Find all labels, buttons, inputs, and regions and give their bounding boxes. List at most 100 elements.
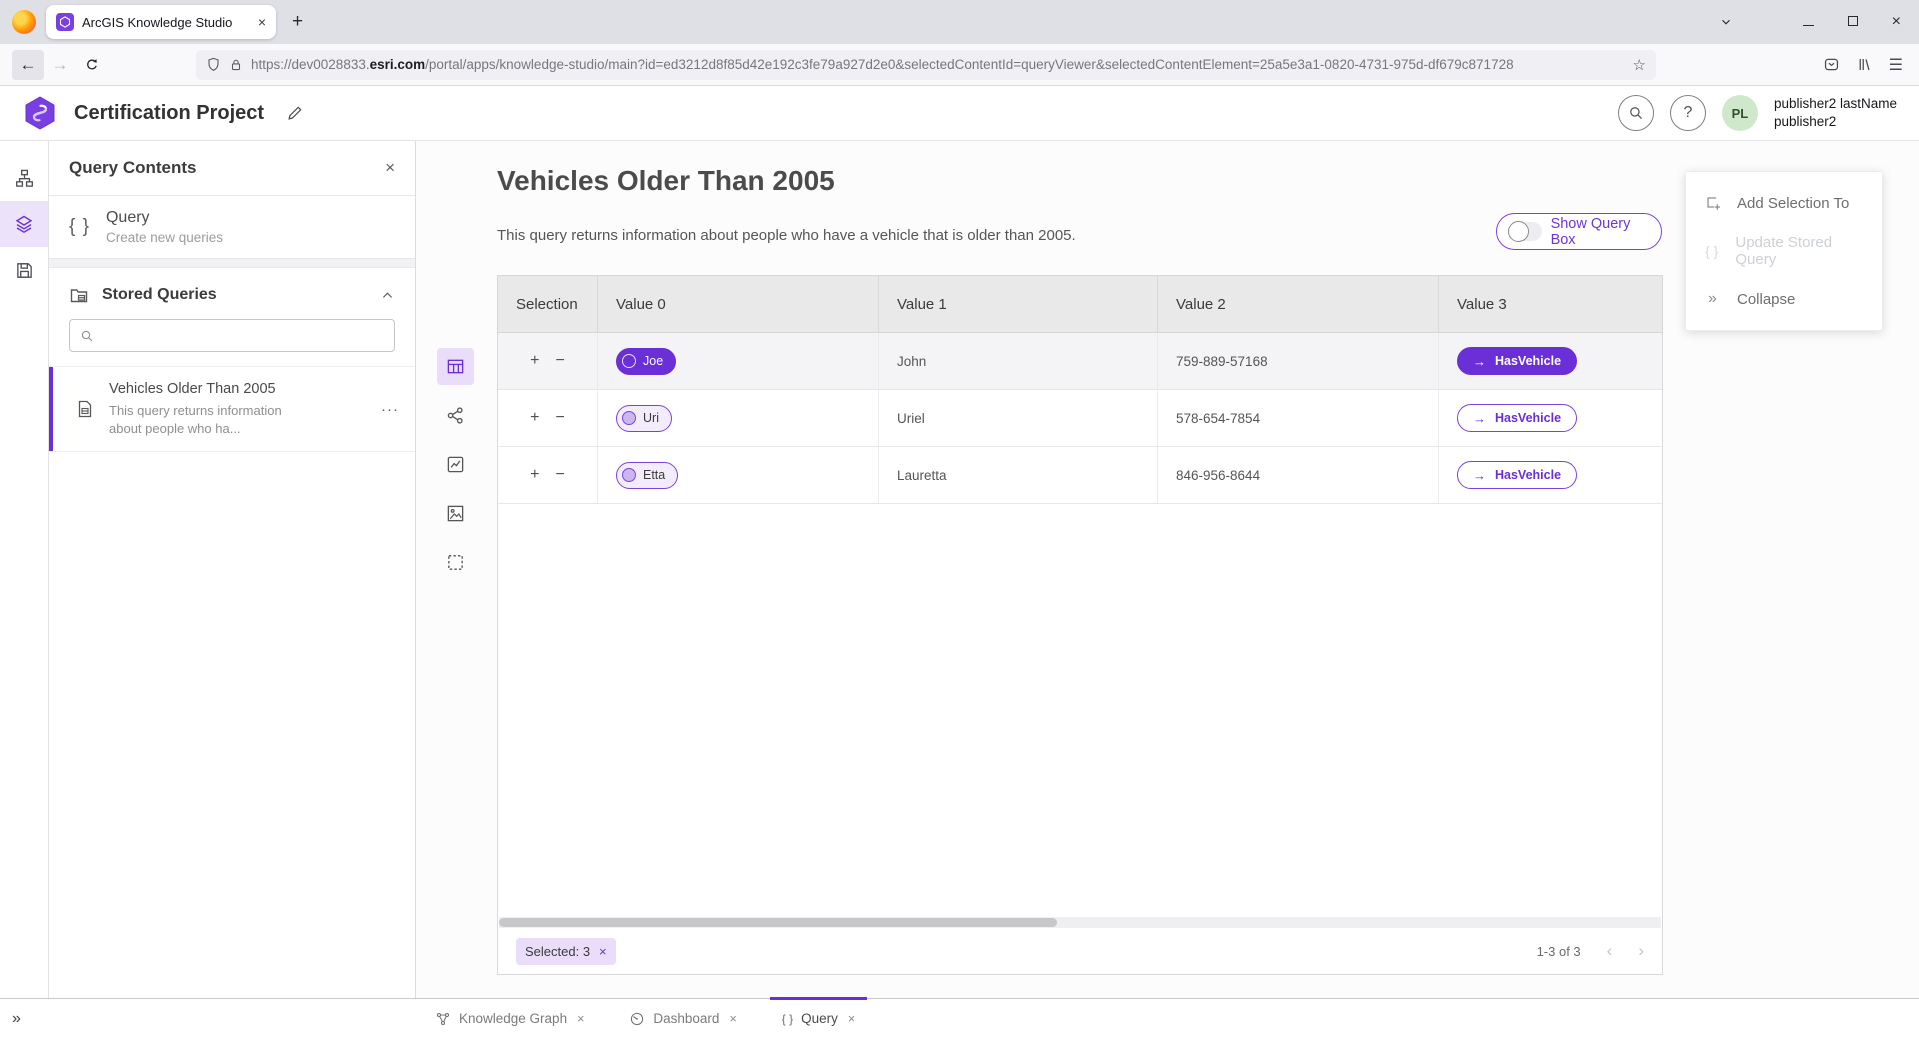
arrow-right-icon: →: [1473, 411, 1486, 426]
relationship-pill[interactable]: →HasVehicle: [1457, 347, 1577, 375]
previous-page-icon[interactable]: ‹: [1607, 941, 1613, 961]
add-to-selection-icon[interactable]: +: [530, 352, 539, 370]
sidebar-item-contents[interactable]: [0, 201, 48, 247]
stored-queries-search[interactable]: [69, 319, 395, 352]
tab-list-chevron-icon[interactable]: [1719, 15, 1733, 29]
browser-tab[interactable]: ArcGIS Knowledge Studio ×: [46, 5, 276, 39]
remove-from-selection-icon[interactable]: −: [556, 466, 565, 484]
sidebar-item-save[interactable]: [0, 247, 48, 293]
maximize-button[interactable]: [1848, 13, 1858, 31]
page-description: This query returns information about peo…: [497, 227, 1076, 244]
table-view-button[interactable]: [437, 348, 474, 385]
library-icon[interactable]: [1856, 56, 1873, 73]
panel-title: Query Contents: [69, 158, 197, 178]
selection-box-icon: [446, 553, 465, 572]
selected-count-chip[interactable]: Selected: 3 ×: [516, 938, 616, 965]
search-icon: [80, 329, 94, 343]
query-contents-panel: Query Contents × { } Query Create new qu…: [49, 141, 416, 998]
table-row[interactable]: + − Etta Lauretta 846-956-8644 →HasVehic…: [498, 447, 1662, 504]
dashboard-gauge-icon: [629, 1011, 645, 1027]
menu-item-update-stored-query[interactable]: { } Update Stored Query: [1686, 227, 1882, 275]
add-to-selection-icon[interactable]: +: [530, 409, 539, 427]
stored-queries-header[interactable]: Stored Queries: [49, 268, 415, 317]
tracking-shield-icon[interactable]: [206, 57, 221, 72]
tab-knowledge-graph[interactable]: Knowledge Graph ×: [425, 999, 594, 1038]
column-header[interactable]: Value 1: [879, 276, 1158, 332]
tab-close-icon[interactable]: ×: [577, 1012, 584, 1026]
tab-close-icon[interactable]: ×: [848, 1012, 855, 1026]
chevron-up-icon[interactable]: [380, 288, 395, 303]
address-bar[interactable]: https://dev0028833.esri.com/portal/apps/…: [196, 50, 1656, 80]
pocket-icon[interactable]: [1823, 56, 1840, 73]
search-input[interactable]: [102, 328, 384, 344]
user-avatar[interactable]: PL: [1722, 95, 1758, 131]
column-header[interactable]: Value 0: [598, 276, 879, 332]
stored-query-item[interactable]: Vehicles Older Than 2005 This query retu…: [49, 366, 415, 452]
padlock-icon[interactable]: [229, 58, 243, 72]
project-title: Certification Project: [74, 102, 264, 125]
tab-close-icon[interactable]: ×: [258, 14, 266, 30]
remove-from-selection-icon[interactable]: −: [556, 409, 565, 427]
user-name: publisher2 lastName publisher2: [1774, 95, 1897, 130]
stored-query-title: Vehicles Older Than 2005: [109, 381, 309, 397]
save-icon: [15, 261, 34, 280]
back-button[interactable]: ←: [12, 50, 44, 80]
toggle-knob[interactable]: [1508, 221, 1529, 242]
show-query-box-toggle[interactable]: Show Query Box: [1496, 213, 1662, 250]
tab-close-icon[interactable]: ×: [729, 1012, 736, 1026]
toggle-switch[interactable]: [1509, 222, 1542, 241]
firefox-icon[interactable]: [12, 10, 36, 34]
url-text[interactable]: https://dev0028833.esri.com/portal/apps/…: [251, 57, 1625, 72]
query-list-item[interactable]: { } Query Create new queries: [49, 196, 415, 259]
new-tab-button[interactable]: +: [292, 11, 303, 33]
braces-icon: { }: [69, 216, 90, 238]
menu-icon[interactable]: ☰: [1889, 55, 1903, 75]
menu-item-collapse[interactable]: » Collapse: [1686, 275, 1882, 323]
relationship-pill[interactable]: →HasVehicle: [1457, 404, 1577, 432]
scrollbar-thumb[interactable]: [499, 918, 1057, 927]
edit-title-pencil-icon[interactable]: [286, 104, 304, 122]
entity-pill[interactable]: Uri: [616, 405, 672, 432]
page-title: Vehicles Older Than 2005: [497, 165, 835, 197]
help-button[interactable]: ?: [1670, 95, 1706, 131]
sidebar-item-hierarchy[interactable]: [0, 155, 48, 201]
column-header[interactable]: Value 3: [1439, 276, 1662, 332]
horizontal-scrollbar[interactable]: [499, 917, 1661, 928]
browser-tab-title: ArcGIS Knowledge Studio: [82, 15, 250, 30]
app-header: Certification Project ? PL publisher2 la…: [0, 86, 1919, 141]
window-close-button[interactable]: ×: [1892, 13, 1901, 31]
link-chart-view-button[interactable]: [437, 397, 474, 434]
map-view-button[interactable]: [437, 495, 474, 532]
entity-pill[interactable]: Etta: [616, 462, 678, 489]
minimize-button[interactable]: [1803, 13, 1814, 31]
expand-panel-icon[interactable]: »: [12, 1010, 20, 1028]
column-header[interactable]: Value 2: [1158, 276, 1439, 332]
add-to-selection-icon[interactable]: +: [530, 466, 539, 484]
chart-view-button[interactable]: [437, 446, 474, 483]
bookmark-star-icon[interactable]: ☆: [1633, 56, 1646, 74]
table-icon: [446, 357, 465, 376]
panel-close-icon[interactable]: ×: [385, 158, 395, 178]
reload-button[interactable]: [76, 50, 108, 80]
select-view-button[interactable]: [437, 544, 474, 581]
query-results-table: Selection Value 0 Value 1 Value 2 Value …: [497, 275, 1663, 975]
menu-item-add-selection-to[interactable]: Add Selection To: [1686, 179, 1882, 227]
table-row[interactable]: + − Joe John 759-889-57168 →HasVehicle: [498, 333, 1662, 390]
remove-from-selection-icon[interactable]: −: [556, 352, 565, 370]
tab-dashboard[interactable]: Dashboard ×: [619, 999, 746, 1038]
search-button[interactable]: [1618, 95, 1654, 131]
relationship-pill[interactable]: →HasVehicle: [1457, 461, 1577, 489]
forward-button[interactable]: →: [44, 50, 76, 80]
braces-icon: { }: [1703, 243, 1720, 259]
query-item-subtitle: Create new queries: [106, 230, 223, 245]
double-chevron-icon: »: [1703, 290, 1722, 308]
tab-query[interactable]: { } Query ×: [772, 999, 865, 1038]
clear-selection-icon[interactable]: ×: [599, 944, 607, 959]
column-header[interactable]: Selection: [498, 276, 598, 332]
main-content: Vehicles Older Than 2005 This query retu…: [416, 141, 1919, 998]
table-row[interactable]: + − Uri Uriel 578-654-7854 →HasVehicle: [498, 390, 1662, 447]
item-options-icon[interactable]: ···: [381, 401, 399, 418]
next-page-icon[interactable]: ›: [1638, 941, 1644, 961]
bottom-tab-bar: » Knowledge Graph × Dashboard × { } Quer…: [0, 998, 1919, 1038]
entity-pill[interactable]: Joe: [616, 348, 676, 375]
